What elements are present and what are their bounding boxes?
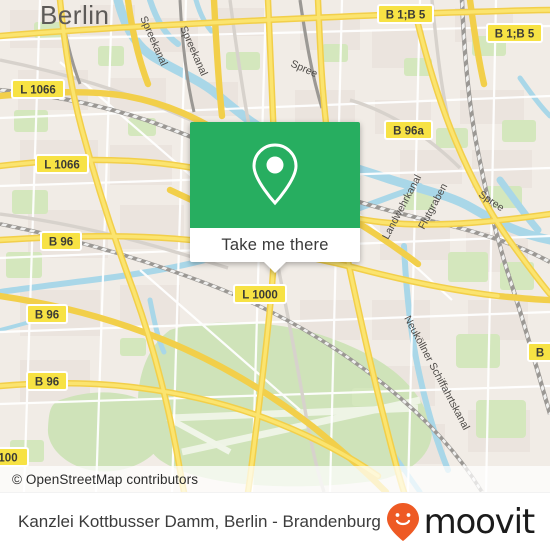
map-screenshot: Berlin Spreekanal Spreekanal Spree Spree… xyxy=(0,0,550,550)
place-title: Kanzlei Kottbusser Damm, Berlin - Brande… xyxy=(18,512,381,531)
moovit-logo[interactable]: moovit xyxy=(386,502,536,542)
moovit-pin-icon xyxy=(386,503,419,541)
road-shield: B 96a xyxy=(384,120,433,140)
svg-text:L 1066: L 1066 xyxy=(20,85,56,97)
map-canvas[interactable]: Berlin Spreekanal Spreekanal Spree Spree… xyxy=(0,0,550,492)
popup-tail xyxy=(264,262,286,273)
map-pin-icon xyxy=(252,143,298,206)
svg-text:L 1000: L 1000 xyxy=(242,290,278,302)
attribution-text: © OpenStreetMap contributors xyxy=(12,471,199,487)
footer-bar: Kanzlei Kottbusser Damm, Berlin - Brande… xyxy=(0,492,550,550)
svg-text:B 96: B 96 xyxy=(49,237,73,249)
road-shield: B 96 xyxy=(26,371,68,391)
svg-text:B 1;B 5: B 1;B 5 xyxy=(386,10,426,22)
road-shield: B 1;B 5 xyxy=(486,23,543,43)
svg-text:B 96: B 96 xyxy=(35,377,59,389)
popup-header xyxy=(190,122,360,228)
popup-button[interactable]: Take me there xyxy=(190,228,360,262)
map-label-city: Berlin xyxy=(40,0,109,30)
road-shield: B 96 xyxy=(26,304,68,324)
svg-text:B: B xyxy=(536,348,544,360)
road-shield: L 1066 xyxy=(11,79,65,99)
road-shield: L 1066 xyxy=(35,154,89,174)
road-shield: 100 xyxy=(0,447,29,467)
map-attribution: © OpenStreetMap contributors xyxy=(0,466,550,492)
svg-text:B 96: B 96 xyxy=(35,310,59,322)
road-shield: B 1;B 5 xyxy=(377,4,434,24)
road-shield: B 96 xyxy=(40,231,82,251)
svg-text:100: 100 xyxy=(0,453,18,465)
take-me-there-popup[interactable]: Take me there xyxy=(190,122,360,273)
svg-text:B 96a: B 96a xyxy=(393,126,424,138)
svg-text:L 1066: L 1066 xyxy=(44,160,80,172)
road-shield: B xyxy=(527,342,550,362)
road-shield: L 1000 xyxy=(233,284,287,304)
moovit-wordmark: moovit xyxy=(423,502,536,542)
popup-button-label: Take me there xyxy=(221,235,329,254)
svg-text:B 1;B 5: B 1;B 5 xyxy=(495,29,535,41)
